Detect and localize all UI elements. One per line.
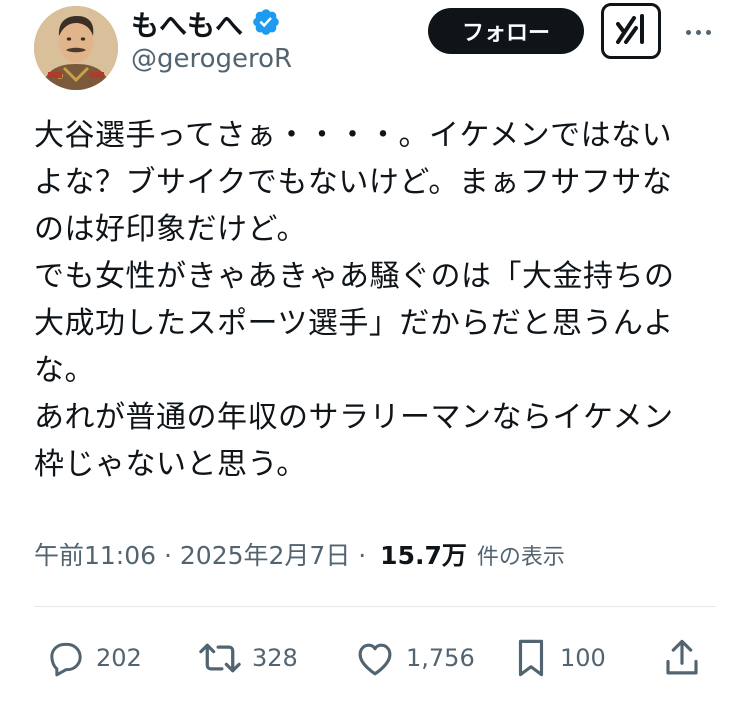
tweet-text: 大谷選手ってさぁ・・・・。イケメンではない よな？ブサイクでもないけど。まぁフサ… — [34, 118, 675, 482]
follow-button[interactable]: フォロー — [428, 8, 584, 54]
verified-badge-icon — [251, 7, 281, 41]
reply-icon — [46, 638, 86, 678]
meta-separator: · — [156, 541, 180, 570]
share-icon — [662, 637, 702, 679]
tweet-meta: 午前11:06 · 2025年2月7日 · 15.7万 件の表示 — [34, 536, 565, 572]
bookmark-icon — [512, 637, 550, 679]
like-count: 1,756 — [406, 644, 475, 672]
reply-count: 202 — [96, 644, 142, 672]
grok-button[interactable] — [601, 3, 661, 59]
share-button[interactable] — [662, 636, 702, 680]
bookmark-count: 100 — [560, 644, 606, 672]
meta-separator: · — [350, 541, 375, 570]
avatar[interactable] — [34, 6, 118, 90]
action-bar: 202 328 1,756 100 — [34, 636, 716, 680]
view-count[interactable]: 15.7万 — [380, 536, 467, 572]
retweet-button[interactable]: 328 — [198, 636, 298, 680]
like-button[interactable]: 1,756 — [354, 636, 475, 680]
author-display-name[interactable]: もへもへ — [131, 4, 243, 44]
bookmark-button[interactable]: 100 — [512, 636, 606, 680]
more-dot — [695, 29, 701, 35]
tweet-date[interactable]: 2025年2月7日 — [180, 536, 350, 572]
author-handle[interactable]: @gerogeroR — [131, 44, 292, 74]
retweet-icon — [198, 638, 242, 678]
divider — [34, 606, 716, 607]
reply-button[interactable]: 202 — [46, 636, 142, 680]
more-icon[interactable] — [680, 22, 716, 42]
tweet-time[interactable]: 午前11:06 — [34, 536, 156, 572]
more-dot — [685, 29, 691, 35]
view-count-label: 件の表示 — [476, 545, 565, 570]
grok-icon — [614, 12, 648, 50]
retweet-count: 328 — [252, 644, 298, 672]
more-dot — [705, 29, 711, 35]
heart-icon — [354, 638, 396, 678]
